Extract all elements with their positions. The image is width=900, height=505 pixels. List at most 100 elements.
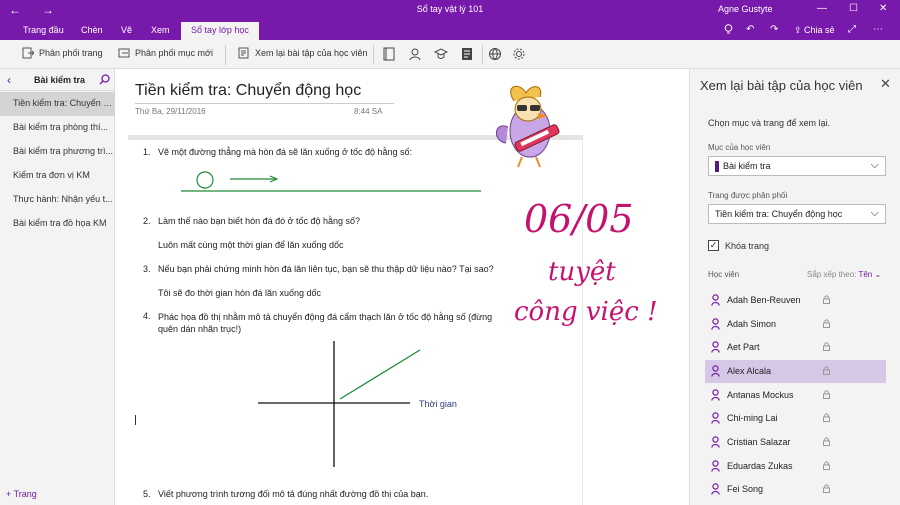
- globe-icon[interactable]: [488, 47, 502, 61]
- undo-icon[interactable]: ↶: [746, 24, 754, 35]
- question-number: 5.: [143, 489, 151, 499]
- lightbulb-icon[interactable]: [724, 24, 733, 38]
- person-icon: [711, 412, 720, 424]
- page-item[interactable]: Bài kiểm tra phòng thí...: [0, 116, 115, 140]
- user-icon[interactable]: [408, 47, 422, 61]
- review-icon: [238, 47, 249, 59]
- student-item[interactable]: Fei Song: [705, 478, 886, 501]
- student-item[interactable]: Antanas Mockus: [705, 384, 886, 407]
- ink-graph-sketch[interactable]: [256, 339, 426, 469]
- note-canvas[interactable]: Tiền kiểm tra: Chuyển động học Thứ Ba, 2…: [116, 69, 689, 505]
- grades-icon[interactable]: [460, 47, 474, 61]
- grade-ink[interactable]: 06/05: [524, 197, 634, 241]
- section-color-tab: [715, 161, 719, 172]
- lock-icon: [823, 461, 830, 470]
- parrot-sticker[interactable]: [484, 81, 584, 171]
- review-student-work-pane: Xem lại bài tập của học viên ✕ Chọn mục …: [689, 69, 900, 505]
- settings-icon[interactable]: [512, 47, 526, 61]
- answer-3[interactable]: Tôi sẽ đo thời gian hòn đá lăn xuống dốc: [158, 288, 321, 298]
- sort-by-control[interactable]: Sắp xếp theo: Tên ⌄: [807, 270, 881, 279]
- back-chevron-icon[interactable]: ‹: [7, 73, 11, 87]
- student-name: Antanas Mockus: [727, 390, 794, 400]
- student-name: Cristian Salazar: [727, 437, 791, 447]
- distributed-page-dropdown[interactable]: Tiền kiểm tra: Chuyển động học ⌵: [708, 204, 886, 224]
- notebook-icon[interactable]: [382, 47, 396, 61]
- student-name: Chi-ming Lai: [727, 413, 778, 423]
- ribbon-divider: [482, 45, 483, 65]
- question-number: 4.: [143, 311, 151, 321]
- user-name[interactable]: Agne Gustyte: [718, 4, 773, 14]
- comment-ink-line1[interactable]: tuyệt: [548, 257, 616, 287]
- students-label: Học viên: [708, 270, 740, 279]
- axis-label-ink[interactable]: Thời gian: [419, 399, 457, 409]
- expand-icon[interactable]: ⤢: [848, 24, 856, 35]
- student-section-dropdown[interactable]: Bài kiểm tra ⌵: [708, 156, 886, 176]
- student-name: Alex Alcala: [727, 366, 772, 376]
- more-options-icon[interactable]: ⋯: [873, 24, 883, 35]
- close-pane-icon[interactable]: ✕: [880, 76, 891, 92]
- text-cursor: [135, 415, 136, 425]
- chevron-down-icon: ⌄: [874, 270, 882, 279]
- tab-class-notebook[interactable]: Sổ tay lớp học: [181, 22, 259, 40]
- review-student-work-button[interactable]: Xem lại bài tập của học viên: [238, 47, 368, 59]
- close-window-icon[interactable]: ✕: [879, 3, 887, 15]
- person-icon: [711, 483, 720, 495]
- maximize-icon[interactable]: ☐: [849, 3, 858, 15]
- tab-home[interactable]: Trang đầu: [23, 25, 64, 35]
- page-item[interactable]: Tiền kiểm tra: Chuyển đ...: [0, 92, 115, 116]
- ribbon-divider: [373, 45, 374, 65]
- search-icon[interactable]: [99, 74, 110, 85]
- lock-icon: [823, 319, 830, 328]
- lock-page-checkbox[interactable]: ✓: [708, 240, 719, 251]
- ribbon-toolbar: Phân phối trang Phân phối mục mới Xem lạ…: [0, 40, 900, 69]
- student-item[interactable]: Adah Simon: [705, 313, 886, 336]
- add-page-button[interactable]: + Trang: [6, 489, 37, 499]
- page-item[interactable]: Kiểm tra đơn vị KM: [0, 164, 115, 188]
- lock-page-label: Khóa trang: [725, 241, 770, 251]
- question-1[interactable]: Vẽ một đường thẳng mà hòn đá sẽ lăn xuốn…: [158, 147, 478, 157]
- distribute-page-button[interactable]: Phân phối trang: [22, 47, 103, 59]
- page-item[interactable]: Bài kiểm tra đồ họa KM: [0, 212, 115, 236]
- student-item[interactable]: Alex Alcala: [705, 360, 886, 383]
- question-3[interactable]: Nếu bạn phải chứng minh hòn đá lăn liên …: [158, 264, 494, 274]
- page-item[interactable]: Bài kiểm tra phương trì...: [0, 140, 115, 164]
- tab-view[interactable]: Xem: [151, 25, 170, 35]
- lock-icon: [823, 295, 830, 304]
- section-header: ‹ Bài kiểm tra: [0, 69, 115, 91]
- student-item[interactable]: Eduardas Zukas: [705, 455, 886, 478]
- section-name[interactable]: Bài kiểm tra: [34, 75, 85, 85]
- person-icon: [711, 460, 720, 472]
- comment-ink-line2[interactable]: công việc !: [514, 297, 658, 327]
- lock-icon: [823, 390, 830, 399]
- page-item[interactable]: Thực hành: Nhận yếu t...: [0, 188, 115, 212]
- page-title[interactable]: Tiền kiểm tra: Chuyển động học: [135, 82, 361, 100]
- question-number: 2.: [143, 216, 151, 226]
- tab-draw[interactable]: Vẽ: [121, 25, 132, 35]
- question-5[interactable]: Viết phương trình tương đối mô tả đúng n…: [158, 489, 428, 499]
- student-item[interactable]: Chi-ming Lai: [705, 407, 886, 430]
- ink-drawing-ramp[interactable]: [176, 165, 486, 199]
- redo-icon[interactable]: ↷: [770, 24, 778, 35]
- distribute-section-button[interactable]: Phân phối mục mới: [118, 47, 213, 59]
- student-name: Eduardas Zukas: [727, 461, 793, 471]
- ribbon-tabs: Trang đầu Chèn Vẽ Xem Sổ tay lớp học ↶ ↷…: [0, 20, 900, 40]
- title-bar: ← → Sổ tay vật lý 101 Agne Gustyte — ☐ ✕: [0, 0, 900, 20]
- person-icon: [711, 436, 720, 448]
- answer-2[interactable]: Luôn mất cùng một thời gian để lăn xuống…: [158, 240, 344, 250]
- student-name: Adah Simon: [727, 319, 777, 329]
- lock-icon: [823, 437, 830, 446]
- student-item[interactable]: Adah Ben-Reuven: [705, 289, 886, 312]
- student-name: Adah Ben-Reuven: [727, 295, 801, 305]
- tab-insert[interactable]: Chèn: [81, 25, 103, 35]
- share-button[interactable]: ⇪ Chia sẻ: [794, 25, 835, 36]
- question-4[interactable]: Phác họa đồ thị nhằm mô tả chuyển động đ…: [158, 311, 508, 335]
- student-item[interactable]: Aet Part: [705, 336, 886, 359]
- question-2[interactable]: Làm thế nào bạn biết hòn đá đó ở tốc độ …: [158, 216, 360, 226]
- share-icon: ⇪: [794, 25, 805, 35]
- section-select-label: Mục của học viên: [708, 143, 771, 152]
- title-underline: [135, 103, 394, 104]
- minimize-icon[interactable]: —: [817, 3, 827, 15]
- graduation-cap-icon[interactable]: [434, 47, 448, 61]
- chevron-down-icon: ⌵: [870, 159, 879, 171]
- student-item[interactable]: Cristian Salazar: [705, 431, 886, 454]
